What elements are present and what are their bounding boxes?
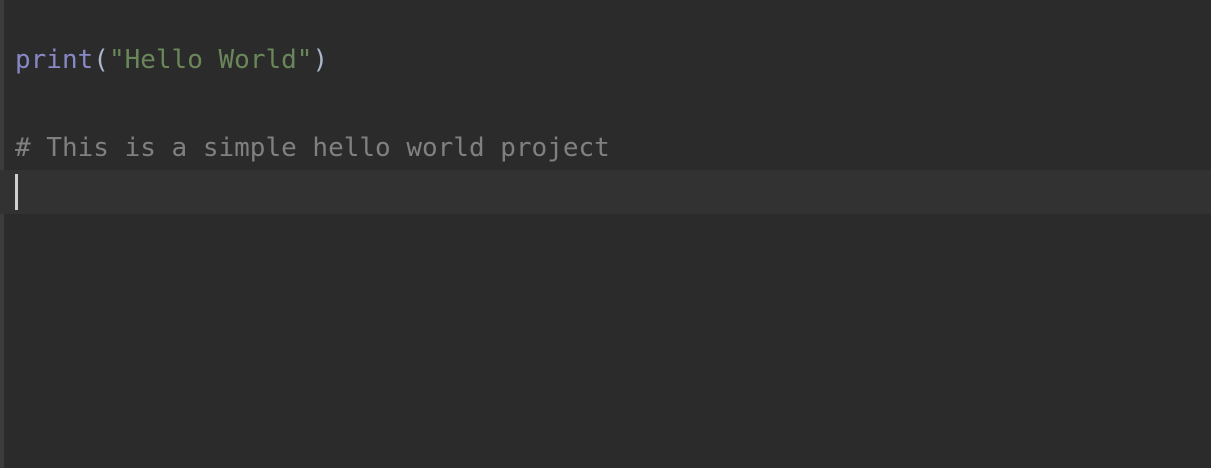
comment-token: # This is a simple hello world project <box>15 133 610 163</box>
close-paren-token: ) <box>312 45 329 75</box>
print-function-token: print <box>15 45 94 75</box>
code-line-print[interactable]: print("Hello World") <box>0 38 1211 82</box>
current-line-highlight[interactable] <box>0 170 1211 214</box>
text-caret <box>15 174 18 210</box>
code-line-comment[interactable]: # This is a simple hello world project <box>0 126 1211 170</box>
open-paren-token: ( <box>93 45 109 75</box>
string-literal-token: "Hello World" <box>108 45 313 75</box>
code-editor[interactable]: print("Hello World") # This is a simple … <box>0 0 1211 468</box>
code-line-empty[interactable] <box>0 82 1211 126</box>
